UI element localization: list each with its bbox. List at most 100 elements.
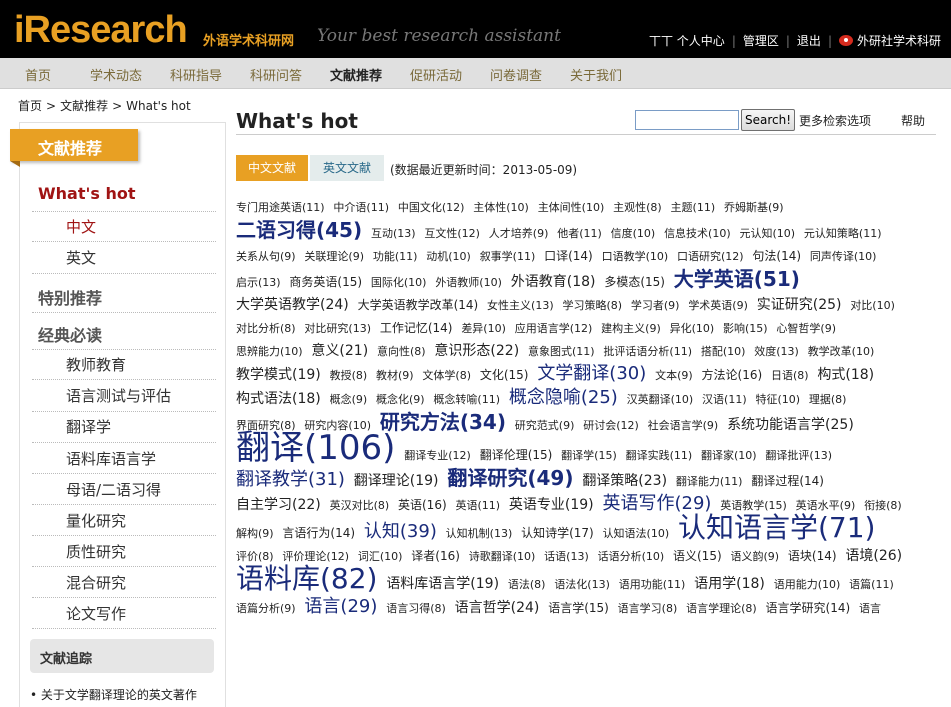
tag-link[interactable]: 学习者(9) xyxy=(631,299,680,312)
tag-link[interactable]: 翻译策略(23) xyxy=(582,473,667,489)
tag-link[interactable]: 乔姆斯基(9) xyxy=(724,201,784,214)
admin-link[interactable]: 管理区 xyxy=(743,32,779,49)
tag-link[interactable]: 元认知(10) xyxy=(739,227,795,240)
nav-item-news[interactable]: 学术动态 xyxy=(90,65,142,84)
sidebar-item-chinese[interactable]: 中文 xyxy=(66,216,96,237)
nav-item-qa[interactable]: 科研问答 xyxy=(250,65,302,84)
tag-link[interactable]: 中介语(11) xyxy=(333,201,389,214)
tracking-link[interactable]: • 关于文学翻译理论的英文著作 xyxy=(30,686,197,703)
tag-link[interactable]: 言语行为(14) xyxy=(282,526,355,540)
tag-link[interactable]: 意义(21) xyxy=(311,343,368,359)
sidebar-item-english[interactable]: 英文 xyxy=(66,247,96,268)
tag-link[interactable]: 文学翻译(30) xyxy=(537,363,646,384)
tag-link[interactable]: 语言哲学(24) xyxy=(455,600,540,616)
tag-link[interactable]: 同声传译(10) xyxy=(810,250,877,263)
tag-link[interactable]: 特征(10) xyxy=(755,393,800,406)
tag-link[interactable]: 语用学(18) xyxy=(694,576,765,592)
sidebar-item-translation[interactable]: 翻译学 xyxy=(66,416,111,437)
tag-link[interactable]: 概念转喻(11) xyxy=(433,393,500,406)
sidebar-item-quantitative[interactable]: 量化研究 xyxy=(66,510,126,531)
tag-link[interactable]: 日语(8) xyxy=(771,369,809,382)
tag-link[interactable]: 翻译过程(14) xyxy=(751,474,824,488)
weibo-link[interactable]: 外研社学术科研 xyxy=(857,32,941,49)
help-link[interactable]: 帮助 xyxy=(901,112,925,129)
tag-link[interactable]: 研讨会(12) xyxy=(583,419,639,432)
username[interactable]: 丅丅 xyxy=(649,32,673,49)
tag-link[interactable]: 理据(8) xyxy=(809,393,847,406)
tag-link[interactable]: 研究范式(9) xyxy=(515,419,575,432)
tag-link[interactable]: 社会语言学(9) xyxy=(648,419,719,432)
tag-link[interactable]: 教学模式(19) xyxy=(236,367,321,383)
tag-link[interactable]: 英语专业(19) xyxy=(509,497,594,513)
search-button[interactable]: Search! xyxy=(741,109,795,131)
tag-link[interactable]: 思辨能力(10) xyxy=(236,345,303,358)
tag-link[interactable]: 翻译批评(13) xyxy=(765,449,832,462)
tag-link[interactable]: 认知诗学(17) xyxy=(521,526,594,540)
tag-link[interactable]: 语言 xyxy=(859,602,881,615)
logout-link[interactable]: 退出 xyxy=(797,32,821,49)
tag-link[interactable]: 语料库语言学(19) xyxy=(386,576,499,592)
tag-link[interactable]: 认知语法(10) xyxy=(603,527,670,540)
tag-link[interactable]: 启示(13) xyxy=(236,276,281,289)
tag-link[interactable]: 语言学理论(8) xyxy=(686,602,757,615)
tag-link[interactable]: 批评话语分析(11) xyxy=(603,345,692,358)
tag-link[interactable]: 实证研究(25) xyxy=(757,297,842,313)
tag-link[interactable]: 影响(15) xyxy=(723,322,768,335)
tag-link[interactable]: 差异(10) xyxy=(461,322,506,335)
tag-link[interactable]: 语法化(13) xyxy=(554,578,610,591)
sidebar-heading-whats-hot[interactable]: What's hot xyxy=(38,184,136,203)
search-input[interactable] xyxy=(635,110,739,130)
tag-link[interactable]: 翻译(106) xyxy=(236,428,395,468)
tag-link[interactable]: 大学英语教学(24) xyxy=(236,297,349,313)
tag-link[interactable]: 英汉对比(8) xyxy=(330,499,390,512)
tag-link[interactable]: 解构(9) xyxy=(236,527,274,540)
tag-link[interactable]: 大学英语(51) xyxy=(674,267,800,291)
tag-link[interactable]: 文本(9) xyxy=(655,369,693,382)
tag-link[interactable]: 女性主义(13) xyxy=(487,299,554,312)
tag-link[interactable]: 文化(15) xyxy=(480,368,529,382)
tag-link[interactable]: 概念(9) xyxy=(330,393,368,406)
tag-link[interactable]: 语言学习(8) xyxy=(618,602,678,615)
tag-link[interactable]: 中国文化(12) xyxy=(398,201,465,214)
tag-link[interactable]: 异化(10) xyxy=(670,322,715,335)
tag-link[interactable]: 对比分析(8) xyxy=(236,322,296,335)
breadcrumb-home[interactable]: 首页 xyxy=(18,99,42,113)
sidebar-item-corpus[interactable]: 语料库语言学 xyxy=(66,448,156,469)
tag-link[interactable]: 信度(10) xyxy=(611,227,656,240)
tag-link[interactable]: 动机(10) xyxy=(426,250,471,263)
tag-link[interactable]: 翻译理论(19) xyxy=(354,473,439,489)
sidebar-item-teacher-education[interactable]: 教师教育 xyxy=(66,354,126,375)
tag-link[interactable]: 语法(8) xyxy=(508,578,546,591)
tag-link[interactable]: 效度(13) xyxy=(754,345,799,358)
nav-item-home[interactable]: 首页 xyxy=(25,65,51,84)
tag-link[interactable]: 语块(14) xyxy=(788,549,837,563)
profile-link[interactable]: 个人中心 xyxy=(677,32,725,49)
tag-link[interactable]: 他者(11) xyxy=(557,227,602,240)
nav-item-activities[interactable]: 促研活动 xyxy=(410,65,462,84)
tag-link[interactable]: 学习策略(8) xyxy=(562,299,622,312)
sidebar-item-writing[interactable]: 论文写作 xyxy=(66,603,126,624)
tag-link[interactable]: 方法论(16) xyxy=(702,368,763,382)
tag-link[interactable]: 概念化(9) xyxy=(376,393,425,406)
tag-link[interactable]: 话语分析(10) xyxy=(598,550,665,563)
tag-link[interactable]: 学术英语(9) xyxy=(688,299,748,312)
tag-link[interactable]: 语言学(15) xyxy=(548,601,609,615)
tag-link[interactable]: 主体性(10) xyxy=(473,201,529,214)
tag-link[interactable]: 翻译家(10) xyxy=(701,449,757,462)
tag-link[interactable]: 口语教学(10) xyxy=(602,250,669,263)
tag-link[interactable]: 教学改革(10) xyxy=(808,345,875,358)
tag-link[interactable]: 教材(9) xyxy=(376,369,414,382)
tab-chinese-literature[interactable]: 中文文献 xyxy=(236,155,308,181)
nav-item-survey[interactable]: 问卷调查 xyxy=(490,65,542,84)
tag-link[interactable]: 关联理论(9) xyxy=(304,250,364,263)
tag-link[interactable]: 认知(39) xyxy=(364,521,437,542)
tag-link[interactable]: 翻译伦理(15) xyxy=(480,448,553,462)
tag-link[interactable]: 功能(11) xyxy=(373,250,418,263)
tag-link[interactable]: 汉语(11) xyxy=(702,393,747,406)
nav-item-literature[interactable]: 文献推荐 xyxy=(330,65,382,84)
tag-link[interactable]: 心智哲学(9) xyxy=(776,322,836,335)
tag-link[interactable]: 语篇(11) xyxy=(849,578,894,591)
tag-link[interactable]: 构式语法(18) xyxy=(236,391,321,407)
tag-link[interactable]: 对比研究(13) xyxy=(304,322,371,335)
tag-link[interactable]: 语义韵(9) xyxy=(730,550,779,563)
